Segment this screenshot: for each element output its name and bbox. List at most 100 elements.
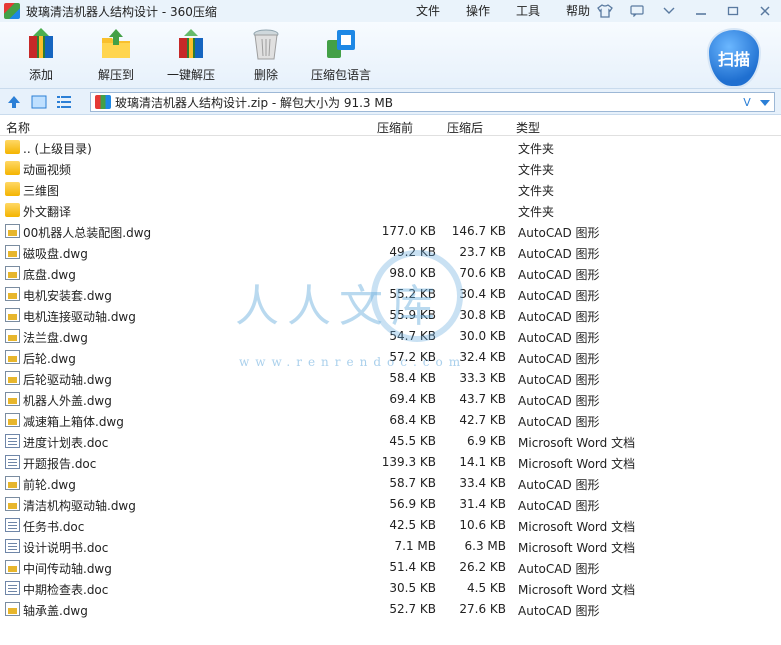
archive-language-button[interactable]: 压缩包语言 (303, 26, 379, 86)
one-click-extract-icon (179, 29, 203, 58)
file-row[interactable]: 电机安装套.dwg 55.2 KB 30.4 KB AutoCAD 图形 (0, 284, 781, 305)
file-row[interactable]: 任务书.doc 42.5 KB 10.6 KB Microsoft Word 文档 (0, 515, 781, 536)
file-row[interactable]: 磁吸盘.dwg 49.2 KB 23.7 KB AutoCAD 图形 (0, 242, 781, 263)
word-document-icon (5, 434, 20, 448)
thumbnail-view-icon[interactable] (28, 91, 50, 113)
autocad-file-icon (5, 329, 20, 343)
skin-shirt-icon[interactable] (589, 0, 621, 22)
maximize-icon[interactable] (717, 0, 749, 22)
file-row[interactable]: 机器人外盖.dwg 69.4 KB 43.7 KB AutoCAD 图形 (0, 389, 781, 410)
path-history-dropdown[interactable]: V (738, 96, 756, 109)
file-type: 文件夹 (518, 184, 555, 198)
autocad-file-icon (5, 266, 20, 280)
file-list: .. (上级目录) 文件夹 动画视频 文件夹 三维图 文件夹 外文翻译 文件夹 00机器人总装配… (0, 137, 781, 620)
file-type: Microsoft Word 文档 (518, 520, 636, 534)
folder-icon (5, 161, 20, 175)
file-name: 底盘.dwg (23, 268, 76, 282)
path-field[interactable]: 玻璃清洁机器人结构设计.zip - 解包大小为 91.3 MB V (90, 92, 775, 112)
file-name: 清洁机构驱动轴.dwg (23, 499, 136, 513)
column-header-before[interactable]: 压缩前 (377, 119, 413, 136)
file-size-before: 58.7 KB (389, 476, 436, 490)
add-button-label: 添加 (28, 68, 53, 82)
extract-to-button[interactable]: 解压到 (78, 26, 154, 86)
file-size-after: 43.7 KB (459, 392, 506, 406)
file-size-after: 27.6 KB (459, 602, 506, 616)
chevron-down-icon[interactable] (756, 96, 774, 109)
file-row[interactable]: 法兰盘.dwg 54.7 KB 30.0 KB AutoCAD 图形 (0, 326, 781, 347)
menu-operation[interactable]: 操作 (466, 0, 516, 22)
file-name: 外文翻译 (23, 205, 72, 219)
window-title: 玻璃清洁机器人结构设计 - 360压缩 (26, 4, 217, 19)
file-type: AutoCAD 图形 (518, 415, 600, 429)
file-size-after: 10.6 KB (459, 518, 506, 532)
list-view-icon[interactable] (53, 91, 75, 113)
scan-button[interactable]: 扫描 (707, 28, 761, 88)
file-row[interactable]: 底盘.dwg 98.0 KB 70.6 KB AutoCAD 图形 (0, 263, 781, 284)
file-name: 前轮.dwg (23, 478, 76, 492)
autocad-file-icon (5, 497, 20, 511)
file-name: 00机器人总装配图.dwg (23, 226, 152, 240)
file-row[interactable]: 三维图 文件夹 (0, 179, 781, 200)
file-name: 后轮.dwg (23, 352, 76, 366)
autocad-file-icon (5, 224, 20, 238)
file-name: 任务书.doc (23, 520, 85, 534)
file-row[interactable]: 后轮驱动轴.dwg 58.4 KB 33.3 KB AutoCAD 图形 (0, 368, 781, 389)
file-type: Microsoft Word 文档 (518, 436, 636, 450)
file-type: AutoCAD 图形 (518, 331, 600, 345)
scan-shield-icon: 扫描 (707, 28, 761, 88)
file-size-before: 45.5 KB (389, 434, 436, 448)
file-type: AutoCAD 图形 (518, 478, 600, 492)
autocad-file-icon (5, 392, 20, 406)
file-name: 磁吸盘.dwg (23, 247, 88, 261)
column-header-after[interactable]: 压缩后 (447, 119, 483, 136)
file-row[interactable]: 设计说明书.doc 7.1 MB 6.3 MB Microsoft Word 文档 (0, 536, 781, 557)
autocad-file-icon (5, 602, 20, 616)
main-toolbar: 添加 解压到 一键解压 删除 压缩包语言 扫描 (0, 22, 781, 88)
folder-icon (5, 203, 20, 217)
file-row[interactable]: .. (上级目录) 文件夹 (0, 137, 781, 158)
file-size-before: 51.4 KB (389, 560, 436, 574)
file-name: 电机连接驱动轴.dwg (23, 310, 136, 324)
file-type: AutoCAD 图形 (518, 373, 600, 387)
file-size-after: 42.7 KB (459, 413, 506, 427)
column-header-type[interactable]: 类型 (516, 119, 540, 136)
menu-tools[interactable]: 工具 (516, 0, 566, 22)
column-headers: 名称 压缩前 压缩后 类型 (0, 116, 781, 136)
file-name: 中间传动轴.dwg (23, 562, 112, 576)
up-arrow-icon[interactable] (3, 91, 25, 113)
file-size-after: 32.4 KB (459, 350, 506, 364)
file-row[interactable]: 电机连接驱动轴.dwg 55.9 KB 30.8 KB AutoCAD 图形 (0, 305, 781, 326)
file-row[interactable]: 中间传动轴.dwg 51.4 KB 26.2 KB AutoCAD 图形 (0, 557, 781, 578)
zip-archive-icon (95, 95, 111, 109)
file-row[interactable]: 清洁机构驱动轴.dwg 56.9 KB 31.4 KB AutoCAD 图形 (0, 494, 781, 515)
file-size-before: 54.7 KB (389, 329, 436, 343)
file-size-after: 30.8 KB (459, 308, 506, 322)
delete-button[interactable]: 删除 (228, 26, 304, 86)
menu-chevron-icon[interactable] (653, 0, 685, 22)
file-size-after: 33.3 KB (459, 371, 506, 385)
column-header-name[interactable]: 名称 (6, 119, 30, 136)
word-document-icon (5, 455, 20, 469)
file-row[interactable]: 00机器人总装配图.dwg 177.0 KB 146.7 KB AutoCAD 图形 (0, 221, 781, 242)
file-size-after: 31.4 KB (459, 497, 506, 511)
scan-label: 扫描 (717, 50, 750, 69)
file-row[interactable]: 动画视频 文件夹 (0, 158, 781, 179)
one-click-extract-button[interactable]: 一键解压 (153, 26, 229, 86)
file-row[interactable]: 开题报告.doc 139.3 KB 14.1 KB Microsoft Word 文档 (0, 452, 781, 473)
file-name: 机器人外盖.dwg (23, 394, 112, 408)
file-row[interactable]: 后轮.dwg 57.2 KB 32.4 KB AutoCAD 图形 (0, 347, 781, 368)
menu-file[interactable]: 文件 (416, 0, 466, 22)
file-row[interactable]: 前轮.dwg 58.7 KB 33.4 KB AutoCAD 图形 (0, 473, 781, 494)
file-row[interactable]: 减速箱上箱体.dwg 68.4 KB 42.7 KB AutoCAD 图形 (0, 410, 781, 431)
file-row[interactable]: 轴承盖.dwg 52.7 KB 27.6 KB AutoCAD 图形 (0, 599, 781, 620)
minimize-icon[interactable] (685, 0, 717, 22)
file-name: 设计说明书.doc (23, 541, 109, 555)
file-size-before: 69.4 KB (389, 392, 436, 406)
close-icon[interactable] (749, 0, 781, 22)
file-type: Microsoft Word 文档 (518, 457, 636, 471)
add-button[interactable]: 添加 (3, 26, 79, 86)
file-row[interactable]: 中期检查表.doc 30.5 KB 4.5 KB Microsoft Word 文档 (0, 578, 781, 599)
file-row[interactable]: 进度计划表.doc 45.5 KB 6.9 KB Microsoft Word 文档 (0, 431, 781, 452)
file-row[interactable]: 外文翻译 文件夹 (0, 200, 781, 221)
feedback-icon[interactable] (621, 0, 653, 22)
